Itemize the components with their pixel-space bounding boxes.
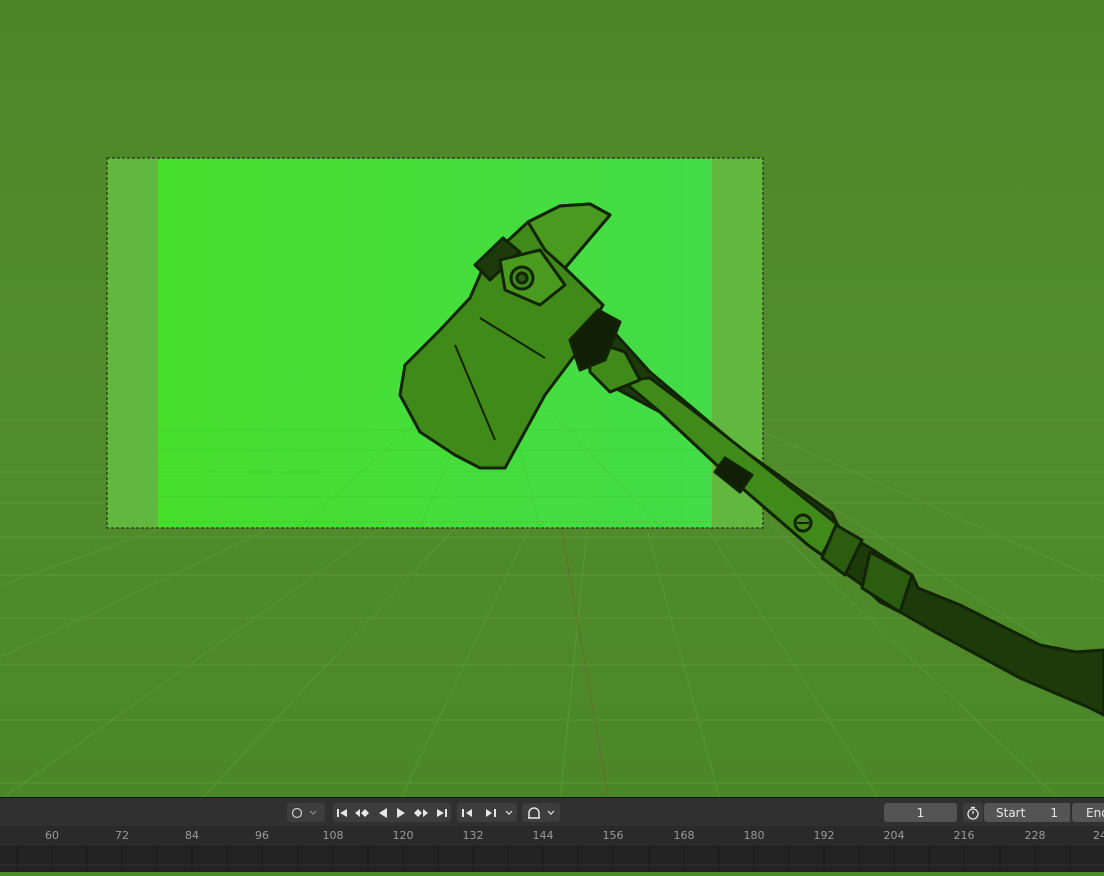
- ruler-tick: 156: [602, 829, 624, 842]
- 3d-viewport[interactable]: [0, 0, 1104, 797]
- start-value: 1: [1050, 805, 1058, 820]
- viewport-canvas[interactable]: [0, 0, 1104, 797]
- keyframe-track-area[interactable]: [0, 846, 1104, 872]
- frame-ruler[interactable]: 60 72 84 96 108 120 132 144 156 168 180 …: [0, 826, 1104, 846]
- ruler-tick: 120: [392, 829, 414, 842]
- ruler-tick: 228: [1024, 829, 1046, 842]
- prev-keyframe-icon[interactable]: [354, 807, 370, 819]
- start-label: Start: [996, 805, 1026, 820]
- ruler-tick: 72: [115, 829, 129, 842]
- ruler-tick: 192: [813, 829, 835, 842]
- next-keyframe-icon[interactable]: [413, 807, 429, 819]
- ruler-tick: 168: [673, 829, 695, 842]
- frame-start-field[interactable]: Start 1: [984, 803, 1070, 822]
- ruler-tick: 60: [45, 829, 59, 842]
- auto-keying-toggle[interactable]: [287, 803, 325, 822]
- snap-toggle[interactable]: [522, 803, 560, 822]
- chevron-down-icon[interactable]: [505, 810, 513, 816]
- use-preview-range-button[interactable]: [963, 803, 983, 822]
- end-label: End: [1086, 805, 1104, 820]
- stopwatch-icon: [966, 806, 980, 820]
- transport-controls: [333, 803, 451, 822]
- ruler-tick: 24: [1093, 829, 1104, 842]
- step-forward-icon[interactable]: [483, 807, 497, 819]
- jump-to-start-icon[interactable]: [336, 807, 348, 819]
- step-back-icon[interactable]: [461, 807, 475, 819]
- ruler-tick: 84: [185, 829, 199, 842]
- chevron-down-icon: [309, 810, 317, 816]
- ruler-tick: 204: [883, 829, 905, 842]
- play-reverse-icon[interactable]: [377, 807, 389, 819]
- magnet-snap-icon: [527, 806, 541, 819]
- current-frame-field[interactable]: 1: [884, 803, 957, 822]
- circle-icon: [291, 807, 303, 819]
- timeline-editor[interactable]: 1 Start 1 End 60 72 84 96 108 120 132 14…: [0, 797, 1104, 872]
- jump-to-end-icon[interactable]: [436, 807, 448, 819]
- ruler-tick: 144: [532, 829, 554, 842]
- playback-toolbar: 1 Start 1 End: [0, 798, 1104, 826]
- chevron-down-icon: [547, 810, 555, 816]
- track-grid: [0, 847, 1104, 872]
- ruler-tick: 96: [255, 829, 269, 842]
- frame-end-field[interactable]: End: [1072, 803, 1104, 822]
- ruler-tick: 216: [953, 829, 975, 842]
- ruler-tick: 108: [322, 829, 344, 842]
- ruler-tick: 132: [462, 829, 484, 842]
- play-icon[interactable]: [395, 807, 407, 819]
- ruler-tick: 180: [743, 829, 765, 842]
- step-controls: [457, 803, 517, 822]
